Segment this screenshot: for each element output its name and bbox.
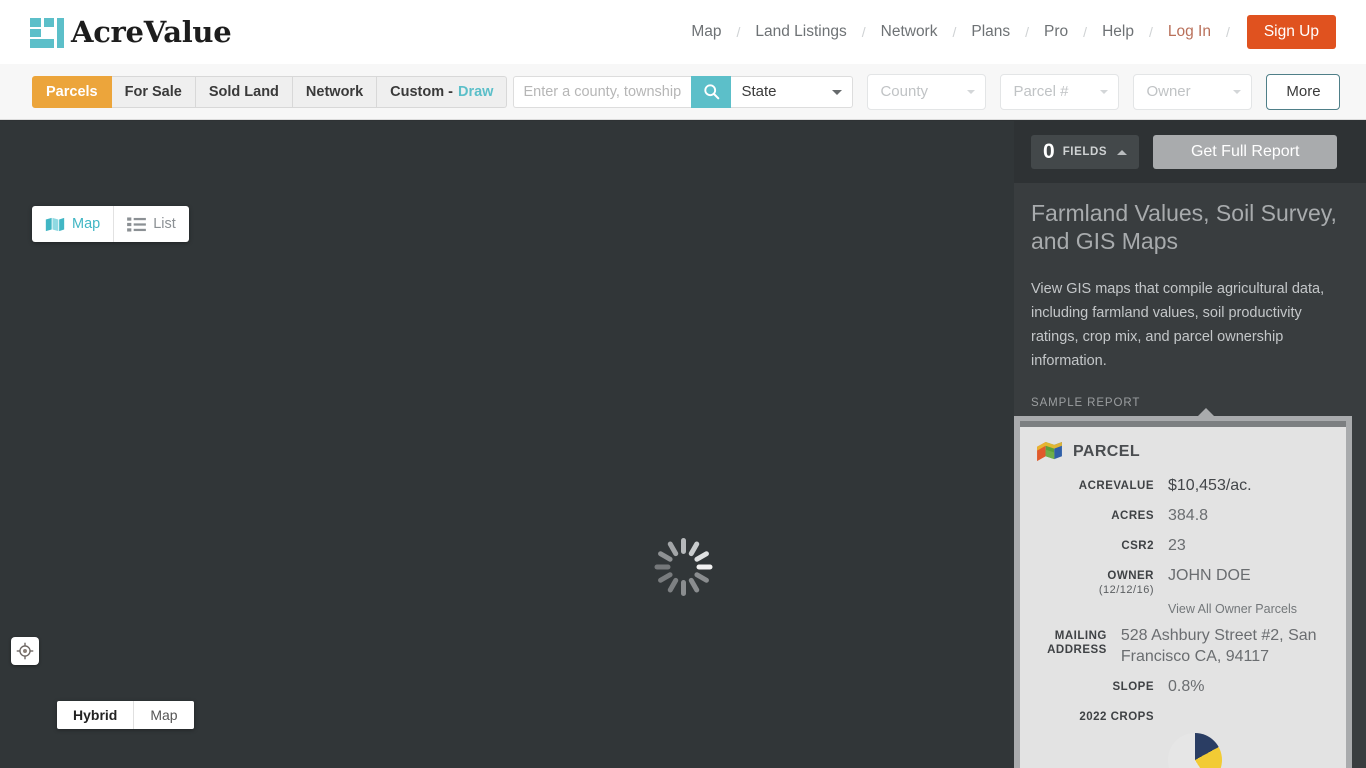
main-nav: Map / Land Listings / Network / Plans / … [685, 15, 1336, 49]
card-pointer-caret [1198, 408, 1214, 416]
nav-item-pro[interactable]: Pro [1038, 23, 1074, 41]
parcel-heading: PARCEL [1073, 443, 1140, 460]
fields-counter[interactable]: 0 FIELDS [1031, 135, 1140, 169]
search-toolbar: Parcels For Sale Sold Land Network Custo… [0, 64, 1366, 120]
owner-label: OWNER (12/12/16) [1036, 565, 1154, 597]
acrevalue-value: $10,453/ac. [1168, 477, 1252, 494]
filter-group: County Parcel # Owner [867, 73, 1253, 110]
acrevalue-logo-icon [30, 16, 64, 48]
folded-map-icon [45, 217, 65, 231]
logo-text: AcreValue [71, 15, 232, 49]
crops-pie-chart [1168, 733, 1222, 768]
owner-filter-placeholder: Owner [1146, 83, 1191, 100]
acres-value: 384.8 [1168, 507, 1209, 524]
panel-title: Farmland Values, Soil Survey, and GIS Ma… [1031, 200, 1337, 254]
map-list-toggle: Map List [32, 206, 189, 242]
search-group: State [513, 75, 854, 108]
list-icon [127, 216, 147, 232]
owner-label-text: OWNER [1107, 570, 1154, 582]
acres-label: ACRES [1111, 510, 1154, 522]
loading-spinner [652, 536, 714, 598]
search-button[interactable] [691, 75, 732, 108]
fields-count: 0 [1043, 140, 1055, 163]
nav-item-land-listings[interactable]: Land Listings [749, 23, 852, 41]
slope-label: SLOPE [1112, 681, 1154, 693]
nav-separator: / [1083, 24, 1088, 40]
panel-content: Farmland Values, Soil Survey, and GIS Ma… [1014, 183, 1366, 409]
tab-for-sale[interactable]: For Sale [111, 75, 196, 108]
owner-date: (12/12/16) [1098, 584, 1154, 596]
tab-sold-land[interactable]: Sold Land [195, 75, 293, 108]
list-view-button[interactable]: List [113, 206, 189, 242]
chevron-down-icon [1233, 89, 1242, 94]
nav-separator: / [952, 24, 957, 40]
map-view-button[interactable]: Map [32, 206, 113, 242]
basemap-toggle: Hybrid Map [57, 701, 194, 729]
nav-item-plans[interactable]: Plans [965, 23, 1016, 41]
nav-item-help[interactable]: Help [1096, 23, 1140, 41]
card-row-mailing-address: MAILING ADDRESS 528 Ashbury Street #2, S… [1036, 625, 1330, 667]
panel-header: 0 FIELDS Get Full Report [1014, 121, 1366, 183]
county-filter[interactable]: County [867, 73, 987, 110]
nav-item-network[interactable]: Network [875, 23, 944, 41]
sample-report-card: PARCEL ACREVALUE $10,453/ac. ACRES 384.8… [1014, 416, 1352, 768]
nav-separator: / [736, 24, 741, 40]
get-full-report-button[interactable]: Get Full Report [1153, 135, 1338, 169]
logo[interactable]: AcreValue [30, 15, 232, 49]
slope-value: 0.8% [1168, 678, 1205, 695]
chevron-down-icon [832, 89, 843, 95]
list-view-label: List [153, 216, 176, 232]
search-icon [704, 84, 720, 100]
custom-label: Custom - [390, 83, 453, 100]
card-row-owner: OWNER (12/12/16) JOHN DOE [1036, 565, 1330, 597]
owner-filter[interactable]: Owner [1133, 73, 1253, 110]
fields-label: FIELDS [1062, 146, 1108, 158]
layer-tabs: Parcels For Sale Sold Land Network Custo… [32, 75, 508, 108]
map-view-label: Map [72, 216, 101, 232]
state-select[interactable]: State [731, 75, 854, 108]
card-row-csr2: CSR2 23 [1036, 535, 1330, 556]
nav-separator: / [861, 24, 866, 40]
county-filter-placeholder: County [880, 83, 928, 100]
geolocate-button[interactable] [11, 637, 39, 665]
nav-item-login[interactable]: Log In [1162, 23, 1217, 41]
basemap-map-button[interactable]: Map [133, 701, 193, 729]
mailing-address-value: 528 Ashbury Street #2, San Francisco CA,… [1120, 627, 1317, 665]
owner-value: JOHN DOE [1168, 567, 1251, 584]
basemap-hybrid-button[interactable]: Hybrid [57, 701, 133, 729]
acrevalue-label: ACREVALUE [1078, 480, 1154, 492]
nav-item-map[interactable]: Map [685, 23, 727, 41]
signup-button[interactable]: Sign Up [1246, 15, 1336, 49]
parcel-filter[interactable]: Parcel # [1000, 73, 1120, 110]
state-select-value: State [741, 83, 777, 100]
draw-link[interactable]: Draw [458, 84, 493, 100]
card-row-slope: SLOPE 0.8% [1036, 676, 1330, 697]
crops-label: 2022 CROPS [1079, 711, 1154, 723]
card-row-acres: ACRES 384.8 [1036, 505, 1330, 526]
parcel-header: PARCEL [1036, 441, 1330, 463]
chevron-up-icon [1117, 149, 1128, 155]
csr2-label: CSR2 [1121, 540, 1154, 552]
parcel-filter-placeholder: Parcel # [1013, 83, 1069, 100]
more-filters-button[interactable]: More [1266, 73, 1341, 110]
site-header: AcreValue Map / Land Listings / Network … [0, 0, 1366, 64]
mailing-address-label: MAILING ADDRESS [1047, 630, 1107, 656]
view-all-owner-parcels-link[interactable]: View All Owner Parcels [1168, 602, 1330, 616]
card-row-crops: 2022 CROPS [1036, 706, 1330, 724]
tab-custom-draw[interactable]: Custom - Draw [377, 75, 508, 108]
chevron-down-icon [1100, 89, 1109, 94]
card-row-acrevalue: ACREVALUE $10,453/ac. [1036, 475, 1330, 496]
nav-separator: / [1225, 24, 1230, 40]
panel-description: View GIS maps that compile agricultural … [1031, 281, 1325, 369]
tab-network[interactable]: Network [292, 75, 378, 108]
nav-separator: / [1148, 24, 1153, 40]
parcel-map-icon [1037, 441, 1062, 462]
search-input[interactable] [513, 75, 692, 108]
chevron-down-icon [967, 89, 976, 94]
csr2-value: 23 [1168, 537, 1186, 554]
tab-parcels[interactable]: Parcels [32, 75, 112, 108]
nav-separator: / [1025, 24, 1030, 40]
sample-report-card-body: PARCEL ACREVALUE $10,453/ac. ACRES 384.8… [1020, 421, 1346, 768]
crosshair-icon [16, 642, 34, 660]
